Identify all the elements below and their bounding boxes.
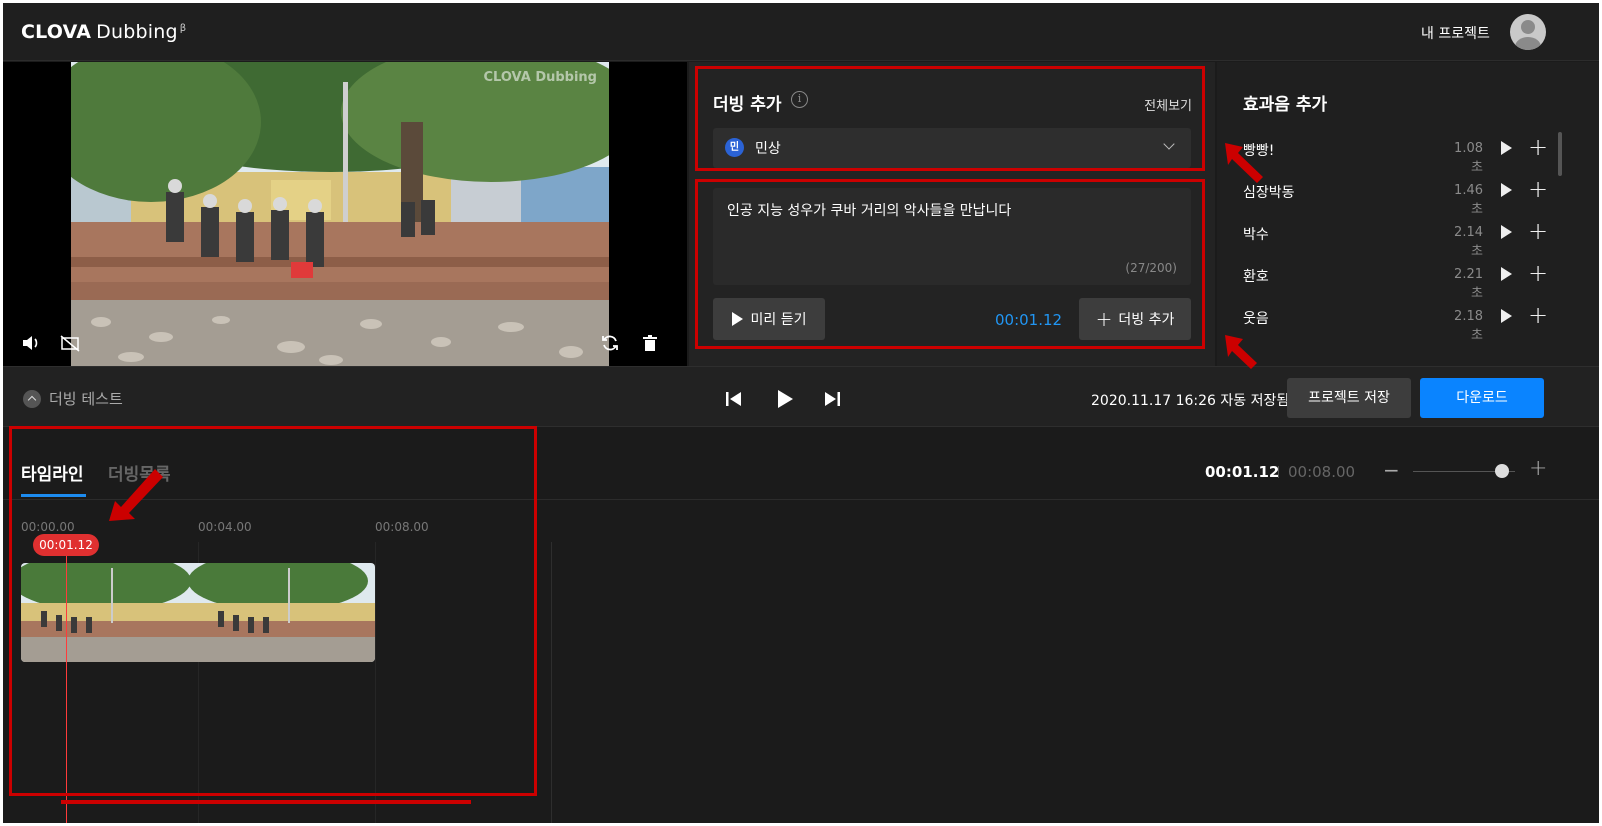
plus-icon[interactable]: + [1528,133,1548,161]
sfx-name: 심장박동 [1243,185,1295,201]
timeline-panel: 타임라인 더빙목록 00:01.12 00:08.00 − + 00:00.00… [3,428,1599,823]
sfx-duration: 2.21초 [1454,267,1483,301]
play-icon[interactable] [775,389,795,409]
play-icon[interactable] [1501,309,1512,323]
sfx-duration: 2.18초 [1454,309,1483,343]
control-bar: 더빙 테스트 2020.11.17 16:26 자동 저장됨 프로젝트 저장 다… [3,366,1599,427]
script-input[interactable]: 인공 지능 성우가 쿠바 거리의 악사들을 만납니다 (27/200) [713,188,1191,285]
dub-test-toggle[interactable]: 더빙 테스트 [23,388,123,409]
sfx-name: 박수 [1243,227,1269,243]
playhead-time-badge[interactable]: 00:01.12 [33,534,99,556]
add-dubbing-label: 더빙 추가 [1118,312,1175,328]
timeline-tabs: 타임라인 더빙목록 00:01.12 00:08.00 − + [3,428,1599,500]
zoom-out-icon[interactable]: − [1383,458,1400,482]
ruler-label: 00:04.00 [198,520,252,534]
skip-back-icon[interactable] [725,391,743,407]
time-separator [1278,466,1279,478]
view-all-link[interactable]: 전체보기 [1144,95,1192,114]
sfx-item: 빵빵! 1.08초 + [1243,133,1573,178]
chevron-up-icon [23,389,41,408]
video-still [71,62,609,366]
plus-icon[interactable]: + [1528,259,1548,287]
chevron-down-icon [1163,138,1175,150]
clip-thumbnails [21,563,375,662]
video-player: CLOVA Dubbing [3,62,687,366]
grid-line [375,542,376,823]
subtitle-off-icon[interactable] [59,332,81,354]
plus-icon[interactable]: + [1528,217,1548,245]
zoom-slider-handle[interactable] [1495,464,1509,478]
logo[interactable]: CLOVA Dubbing β [21,21,186,43]
current-time: 00:01.12 [1205,463,1280,481]
annotation-arrow-icon [1225,143,1263,183]
add-dubbing-button[interactable]: + 더빙 추가 [1079,298,1191,340]
trash-icon[interactable] [639,332,661,354]
annotation-arrow-icon [109,469,163,521]
sfx-duration: 1.08초 [1454,141,1483,175]
dubbing-add-panel: 더빙 추가 i 전체보기 민 민상 인공 지능 성우가 쿠바 거리의 악사들을 … [689,62,1215,366]
info-icon[interactable]: i [791,91,808,108]
sfx-title: 효과음 추가 [1243,95,1328,115]
voice-select[interactable]: 민 민상 [713,128,1191,168]
play-icon[interactable] [1501,141,1512,155]
play-icon[interactable] [1501,225,1512,239]
play-icon [731,312,743,326]
sfx-panel: 효과음 추가 빵빵! 1.08초 + 심장박동 1.46초 + 박수 2.14초… [1217,62,1599,366]
sfx-item: 환호 2.21초 + [1243,259,1573,304]
voice-badge: 민 [725,138,744,157]
dubbing-add-title: 더빙 추가 [713,95,782,115]
volume-icon[interactable] [20,332,42,354]
annotation-arrow-icon [1225,335,1257,369]
skip-forward-icon[interactable] [823,391,841,407]
save-project-button[interactable]: 프로젝트 저장 [1287,378,1411,418]
zoom-in-icon[interactable]: + [1529,456,1547,481]
video-watermark: CLOVA Dubbing [483,70,597,85]
my-projects-link[interactable]: 내 프로젝트 [1421,23,1490,43]
sfx-duration: 1.46초 [1454,183,1483,217]
grid-line [551,542,552,823]
video-frame: CLOVA Dubbing [71,62,609,366]
sfx-scrollbar[interactable] [1558,132,1562,176]
dub-test-label: 더빙 테스트 [49,390,123,408]
download-button[interactable]: 다운로드 [1420,378,1544,418]
preview-label: 미리 듣기 [750,312,807,328]
avatar[interactable] [1510,14,1546,50]
sfx-name: 환호 [1243,269,1269,285]
total-time: 00:08.00 [1288,463,1356,481]
dubbing-time: 00:01.12 [995,311,1063,329]
sfx-item: 심장박동 1.46초 + [1243,175,1573,220]
preview-button[interactable]: 미리 듣기 [713,298,825,340]
sfx-name: 웃음 [1243,311,1269,327]
plus-icon[interactable]: + [1528,301,1548,329]
plus-icon: + [1095,307,1113,331]
clova-dubbing-app: CLOVA Dubbing β 내 프로젝트 CLOVA Dubbing 더빙 … [3,3,1599,823]
ruler-label: 00:08.00 [375,520,429,534]
sfx-item: 박수 2.14초 + [1243,217,1573,262]
playhead[interactable] [66,538,67,823]
char-count: (27/200) [1125,261,1177,275]
play-icon[interactable] [1501,183,1512,197]
annotation-underline [61,800,471,804]
sfx-duration: 2.14초 [1454,225,1483,259]
sfx-item: 웃음 2.18초 + [1243,301,1573,346]
video-clip[interactable] [21,563,375,662]
script-text: 인공 지능 성우가 쿠바 거리의 악사들을 만납니다 [727,203,1012,219]
play-icon[interactable] [1501,267,1512,281]
tab-timeline[interactable]: 타임라인 [21,460,84,485]
refresh-icon[interactable] [599,332,621,354]
header: CLOVA Dubbing β 내 프로젝트 [3,3,1599,61]
plus-icon[interactable]: + [1528,175,1548,203]
voice-name: 민상 [755,141,781,157]
autosave-status: 2020.11.17 16:26 자동 저장됨 [1091,393,1290,409]
sfx-list: 빵빵! 1.08초 + 심장박동 1.46초 + 박수 2.14초 + 환호 2… [1243,133,1573,346]
ruler-label: 00:00.00 [21,520,75,534]
tab-underline [21,494,86,497]
